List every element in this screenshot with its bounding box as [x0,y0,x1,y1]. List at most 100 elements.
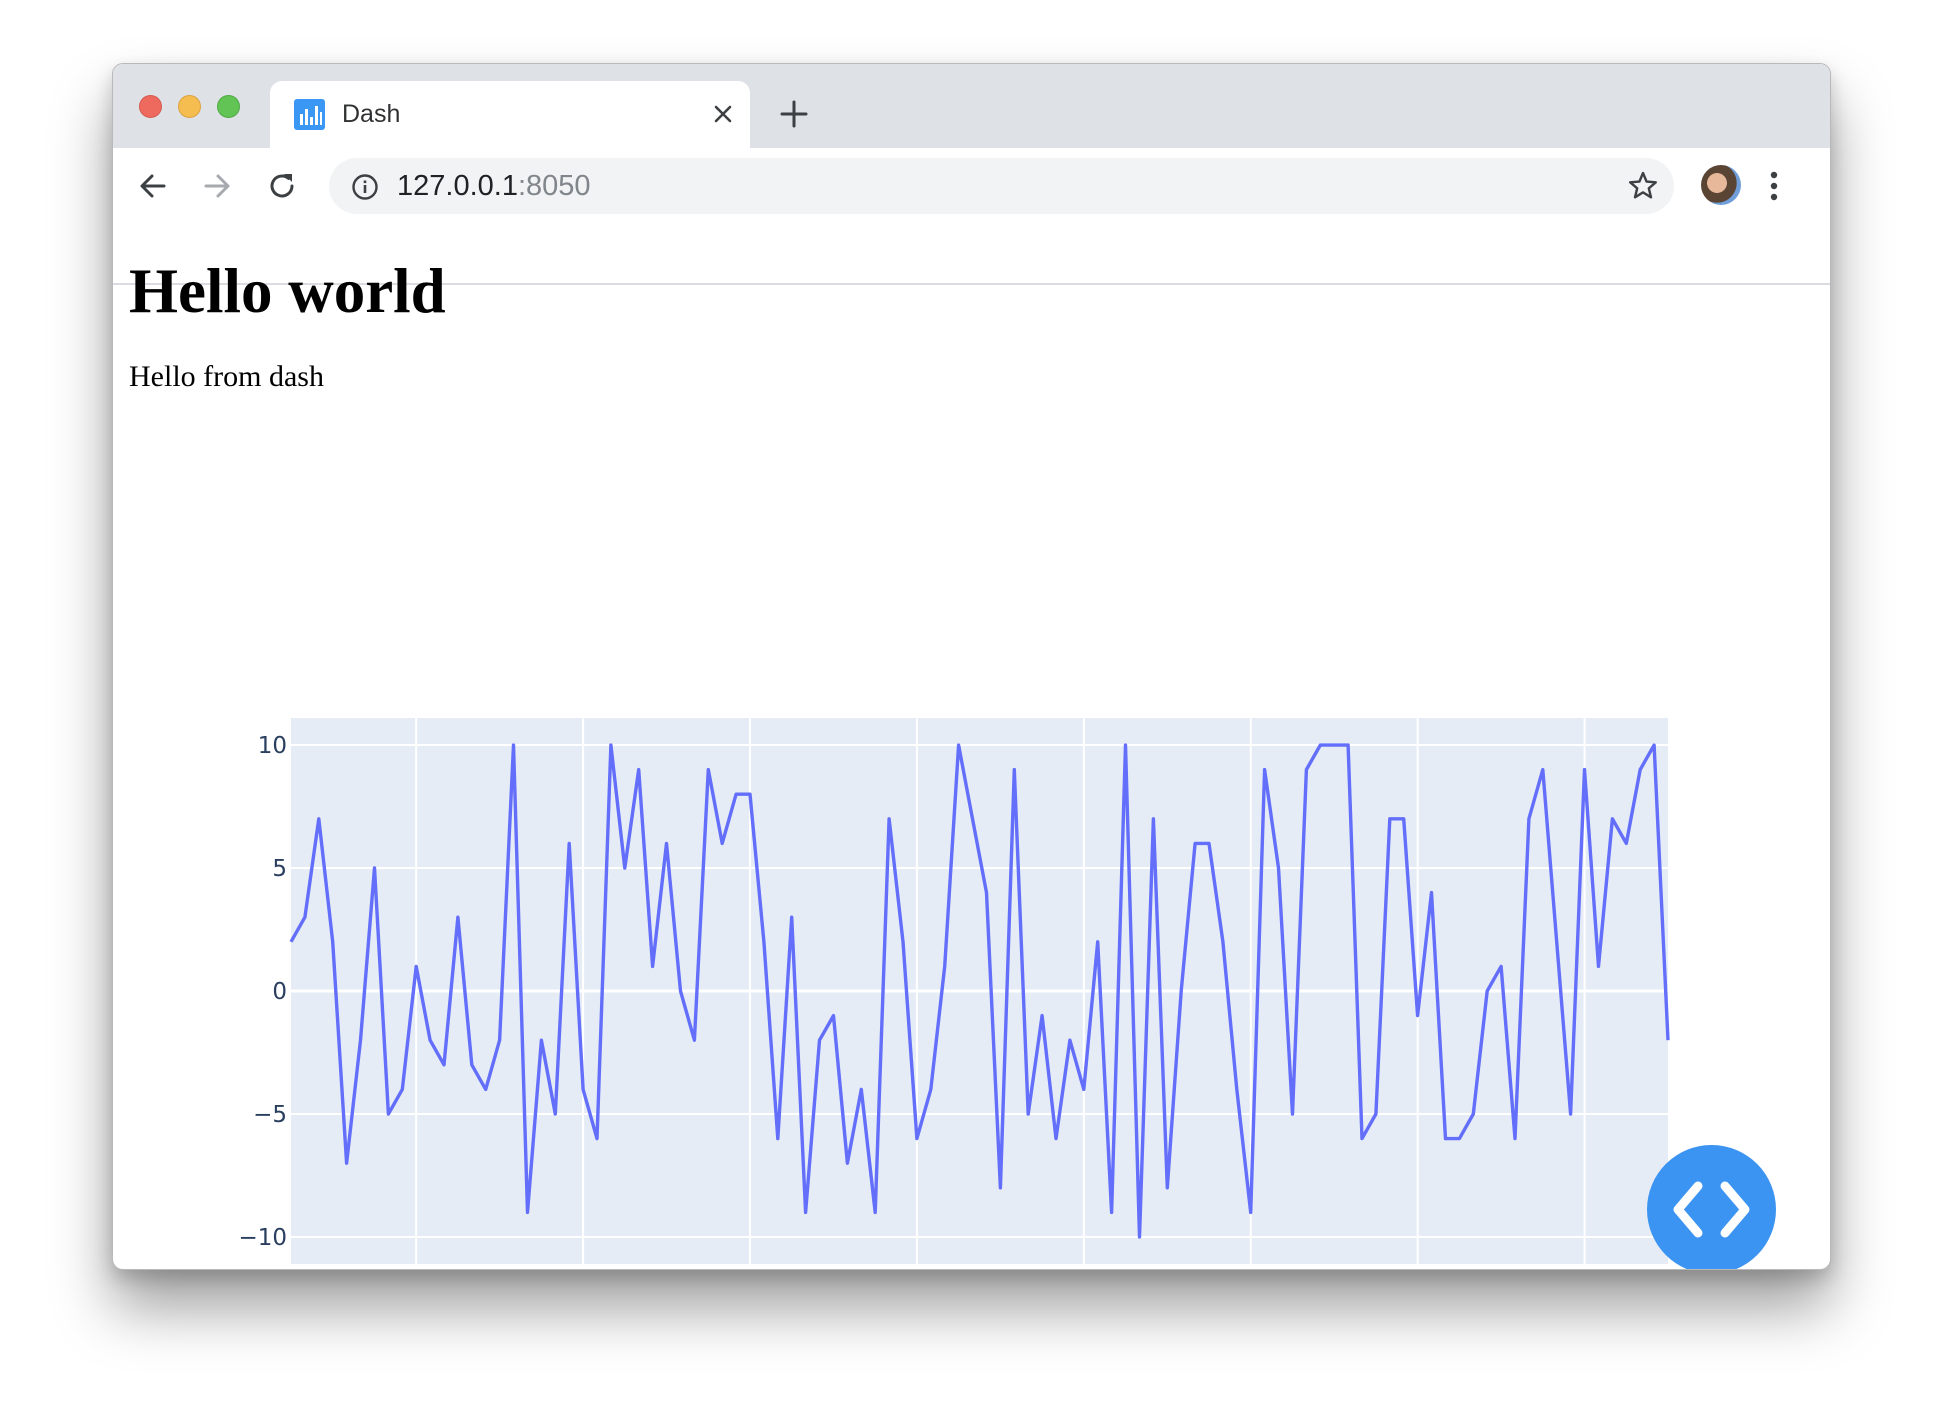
data-point[interactable] [996,1184,1004,1192]
data-point[interactable] [816,1036,824,1044]
data-point[interactable] [1094,938,1102,946]
data-point[interactable] [1636,766,1644,774]
data-point[interactable] [843,1159,851,1167]
data-point[interactable] [1163,1184,1171,1192]
data-point[interactable] [510,741,518,749]
data-point[interactable] [1233,1085,1241,1093]
data-point[interactable] [1219,938,1227,946]
data-point[interactable] [1386,815,1394,823]
browser-tab[interactable]: Dash [270,81,750,148]
data-point[interactable] [1372,1110,1380,1118]
data-point[interactable] [357,1036,365,1044]
data-point[interactable] [1316,741,1324,749]
data-point[interactable] [329,938,337,946]
data-point[interactable] [1080,1085,1088,1093]
data-point[interactable] [746,790,754,798]
data-point[interactable] [398,1085,406,1093]
data-point[interactable] [1205,839,1213,847]
minimize-window-button[interactable] [178,95,201,118]
data-point[interactable] [1288,1110,1296,1118]
data-point[interactable] [1581,766,1589,774]
data-point[interactable] [565,839,573,847]
reload-icon[interactable] [265,169,299,203]
data-point[interactable] [1414,1012,1422,1020]
data-point[interactable] [690,1036,698,1044]
data-point[interactable] [732,790,740,798]
data-point[interactable] [579,1085,587,1093]
data-point[interactable] [1469,1110,1477,1118]
data-point[interactable] [370,864,378,872]
data-point[interactable] [802,1208,810,1216]
data-point[interactable] [1261,766,1269,774]
data-point[interactable] [1122,741,1130,749]
data-point[interactable] [857,1085,865,1093]
zoom-window-button[interactable] [217,95,240,118]
address-bar[interactable]: 127.0.0.1:8050 [329,158,1674,214]
data-point[interactable] [1066,1036,1074,1044]
data-point[interactable] [1247,1208,1255,1216]
data-point[interactable] [913,1135,921,1143]
data-point[interactable] [676,987,684,995]
data-point[interactable] [1525,815,1533,823]
data-point[interactable] [1511,1135,1519,1143]
data-point[interactable] [343,1159,351,1167]
data-point[interactable] [1052,1135,1060,1143]
data-point[interactable] [301,913,309,921]
data-point[interactable] [426,1036,434,1044]
data-point[interactable] [1010,766,1018,774]
data-point[interactable] [955,741,963,749]
data-point[interactable] [982,889,990,897]
plus-icon[interactable] [779,99,809,129]
data-point[interactable] [635,766,643,774]
data-point[interactable] [1553,938,1561,946]
data-point[interactable] [1664,1036,1672,1044]
data-point[interactable] [1650,741,1658,749]
data-point[interactable] [1358,1135,1366,1143]
data-point[interactable] [927,1085,935,1093]
data-point[interactable] [1108,1208,1116,1216]
data-point[interactable] [593,1135,601,1143]
data-point[interactable] [1344,741,1352,749]
data-point[interactable] [1483,987,1491,995]
data-point[interactable] [537,1036,545,1044]
data-point[interactable] [969,815,977,823]
data-point[interactable] [774,1135,782,1143]
data-point[interactable] [1594,962,1602,970]
data-point[interactable] [607,741,615,749]
data-point[interactable] [1330,741,1338,749]
data-point[interactable] [1622,839,1630,847]
data-point[interactable] [523,1208,531,1216]
data-point[interactable] [718,839,726,847]
data-point[interactable] [1024,1110,1032,1118]
data-point[interactable] [829,1012,837,1020]
data-point[interactable] [649,962,657,970]
data-point[interactable] [287,938,295,946]
line-chart[interactable]: 1050−5−1018:0020:0022:0000:0002:0004:000… [113,223,1830,1269]
data-point[interactable] [1177,987,1185,995]
data-point[interactable] [1302,766,1310,774]
data-point[interactable] [1428,889,1436,897]
data-point[interactable] [760,938,768,946]
data-point[interactable] [704,766,712,774]
data-point[interactable] [551,1110,559,1118]
data-point[interactable] [788,913,796,921]
data-point[interactable] [1191,839,1199,847]
data-point[interactable] [885,815,893,823]
data-point[interactable] [468,1061,476,1069]
data-point[interactable] [1608,815,1616,823]
data-point[interactable] [1567,1110,1575,1118]
data-point[interactable] [1400,815,1408,823]
kebab-menu-icon[interactable] [1769,168,1779,204]
data-point[interactable] [941,962,949,970]
profile-avatar[interactable] [1701,165,1741,205]
data-point[interactable] [482,1085,490,1093]
data-point[interactable] [315,815,323,823]
data-point[interactable] [412,962,420,970]
data-point[interactable] [1275,864,1283,872]
dev-tools-button[interactable] [1647,1145,1776,1269]
data-point[interactable] [899,938,907,946]
data-point[interactable] [663,839,671,847]
close-window-button[interactable] [139,95,162,118]
data-point[interactable] [1038,1012,1046,1020]
forward-arrow-icon[interactable] [200,169,234,203]
